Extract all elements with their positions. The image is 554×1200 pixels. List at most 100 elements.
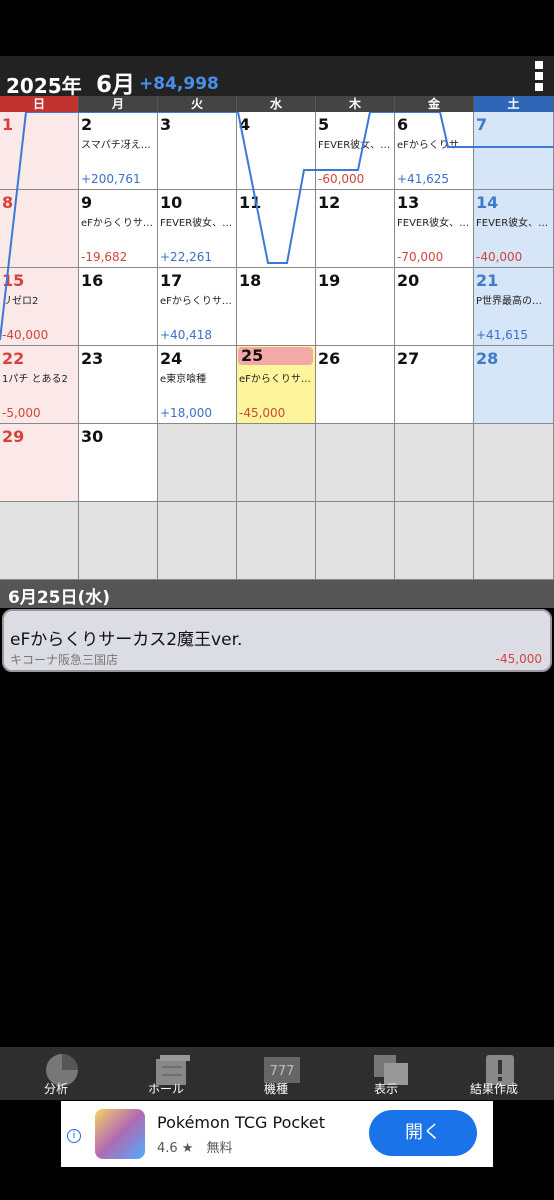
calendar-day-4[interactable]: 4 [237,112,316,190]
calendar-day-20[interactable]: 20 [395,268,474,346]
ad-open-button[interactable]: 開く [369,1110,477,1156]
calendar-empty-cell [474,502,554,580]
calendar-empty-cell [237,502,316,580]
day-number: 11 [239,193,262,212]
toolbar-button-4[interactable]: 結果作成 [448,1047,540,1100]
calendar-day-21[interactable]: 21 P世界最高の… +41,615 [474,268,554,346]
calendar-empty-cell [0,502,79,580]
record-amount: -45,000 [495,652,542,666]
calendar-day-19[interactable]: 19 [316,268,395,346]
more-menu-icon[interactable] [532,60,546,94]
weekday-header-5: 金 [395,96,474,112]
day-number: 5 [318,115,330,134]
day-number: 12 [318,193,341,212]
ad-banner[interactable]: i Pokémon TCG Pocket 4.6 ★ 無料 開く [61,1101,493,1167]
day-machine-name: 1パチ とある2 [2,374,68,385]
calendar-day-11[interactable]: 11 [237,190,316,268]
record-store-name: キコーナ阪急三国店 [10,653,119,667]
calendar-day-16[interactable]: 16 [79,268,158,346]
calendar-day-8[interactable]: 8 [0,190,79,268]
selected-date-label: 6月25日(水) [8,588,111,608]
selected-date-bar: 6月25日(水) [0,580,554,608]
calendar-day-15[interactable]: 15 リゼロ2 -40,000 [0,268,79,346]
day-amount: +18,000 [160,406,213,420]
toolbar-button-3[interactable]: 表示 [340,1047,432,1100]
month-label[interactable]: 6月 [96,65,135,99]
day-number: 2 [81,115,93,134]
weekday-header-3: 水 [237,96,316,112]
toolbar-button-1[interactable]: ホール [120,1047,212,1100]
day-number: 9 [81,193,93,212]
calendar-grid: 1 2 スマパチ冴え… +200,761 3 4 5 FEVER彼女、… -60,000 6 eFか… [0,112,554,580]
calendar-empty-cell [316,502,395,580]
day-number: 10 [160,193,183,212]
day-amount: +41,615 [476,328,529,342]
toolbar-button-2[interactable]: 777 機種 [230,1047,322,1100]
day-number: 20 [397,271,420,290]
calendar-day-26[interactable]: 26 [316,346,395,424]
toolbar-label: 分析 [43,1082,68,1096]
day-number: 28 [476,349,499,368]
calendar-day-18[interactable]: 18 [237,268,316,346]
day-number: 1 [2,115,14,134]
day-number: 22 [2,349,25,368]
calendar-day-23[interactable]: 23 [79,346,158,424]
day-number: 7 [476,115,488,134]
calendar-day-27[interactable]: 27 [395,346,474,424]
day-amount: -19,682 [81,250,128,264]
calendar-day-3[interactable]: 3 [158,112,237,190]
calendar-day-7[interactable]: 7 [474,112,554,190]
calendar-day-29[interactable]: 29 [0,424,79,502]
calendar-empty-cell [395,424,474,502]
calendar-day-9[interactable]: 9 eFからくりサ… -19,682 [79,190,158,268]
day-machine-name: FEVER彼女、… [318,140,391,151]
day-number: 21 [476,271,499,290]
calendar-day-24[interactable]: 24 e東京喰種 +18,000 [158,346,237,424]
calendar-day-2[interactable]: 2 スマパチ冴え… +200,761 [79,112,158,190]
calendar-day-22[interactable]: 22 1パチ とある2 -5,000 [0,346,79,424]
calendar-empty-cell [79,502,158,580]
calendar-empty-cell [474,424,554,502]
day-number: 3 [160,115,172,134]
app-thumbnail-icon[interactable] [95,1109,145,1159]
calendar-day-30[interactable]: 30 [79,424,158,502]
day-machine-name: FEVER彼女、… [476,218,549,229]
day-machine-name: スマパチ冴え… [81,140,151,151]
toolbar-button-0[interactable]: 分析 [10,1047,102,1100]
day-amount: -5,000 [2,406,41,420]
calendar-day-5[interactable]: 5 FEVER彼女、… -60,000 [316,112,395,190]
status-bar [0,0,554,56]
ad-info-icon[interactable]: i [67,1129,81,1143]
day-number: 29 [2,427,25,446]
day-amount: +41,625 [397,172,450,186]
calendar-day-17[interactable]: 17 eFからくりサ… +40,418 [158,268,237,346]
calendar-day-14[interactable]: 14 FEVER彼女、… -40,000 [474,190,554,268]
weekday-header-1: 月 [79,96,158,112]
day-amount: +40,418 [160,328,213,342]
calendar-day-6[interactable]: 6 eFからくりサ… +41,625 [395,112,474,190]
day-number: 25 [238,347,313,365]
toolbar-label: 機種 [263,1082,288,1096]
day-number: 15 [2,271,25,290]
calendar-day-25[interactable]: 25 eFからくりサ… -45,000 [237,346,316,424]
day-machine-name: リゼロ2 [2,296,39,307]
calendar-day-12[interactable]: 12 [316,190,395,268]
day-machine-name: e東京喰種 [160,374,207,385]
calendar-day-13[interactable]: 13 FEVER彼女、… -70,000 [395,190,474,268]
day-machine-name: eFからくりサ… [397,140,469,151]
day-number: 23 [81,349,104,368]
toolbar-label: 表示 [373,1082,398,1096]
day-machine-name: eFからくりサ… [81,218,153,229]
calendar-day-1[interactable]: 1 [0,112,79,190]
day-number: 27 [397,349,420,368]
calendar-empty-cell [158,502,237,580]
day-number: 19 [318,271,341,290]
calendar-day-10[interactable]: 10 FEVER彼女、… +22,261 [158,190,237,268]
day-amount: +200,761 [81,172,141,186]
calendar-day-28[interactable]: 28 [474,346,554,424]
bottom-toolbar: 分析 ホール 777 機種 表示 結果作成 [0,1047,554,1100]
play-record-card[interactable]: eFからくりサーカス2魔王ver. キコーナ阪急三国店 -45,000 [2,609,552,672]
monthly-total: +84,998 [139,74,219,94]
day-number: 18 [239,271,262,290]
year-label[interactable]: 2025年 [6,70,82,99]
